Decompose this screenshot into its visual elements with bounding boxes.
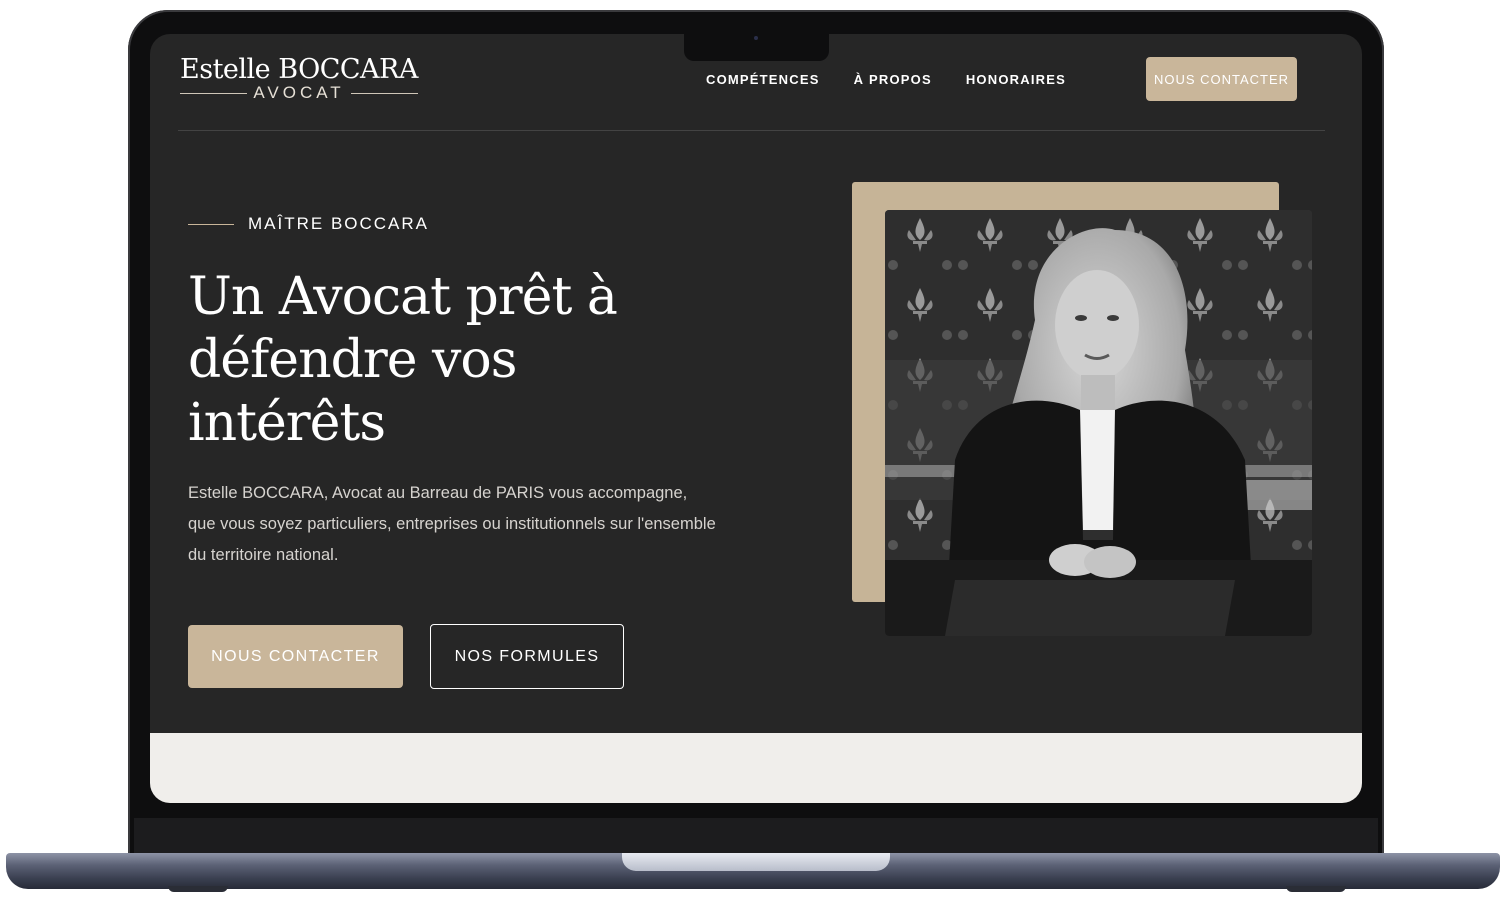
brand-logo[interactable]: Estelle BOCCARA AVOCAT <box>180 54 418 103</box>
hero-title: Un Avocat prêt à défendre vos intérêts <box>188 267 618 453</box>
header-contact-button[interactable]: NOUS CONTACTER <box>1146 57 1297 101</box>
brand-rule-right <box>350 92 419 94</box>
nav-item-competences[interactable]: COMPÉTENCES <box>706 72 820 87</box>
brand-subtitle: AVOCAT <box>253 83 345 102</box>
next-section-band <box>150 733 1362 803</box>
formules-button[interactable]: NOS FORMULES <box>430 624 624 689</box>
website-screen: Estelle BOCCARA AVOCAT COMPÉTENCES À PRO… <box>150 34 1362 803</box>
laptop-foot-right <box>1286 886 1346 892</box>
camera-icon <box>754 36 758 40</box>
brand-subtitle-row: AVOCAT <box>180 83 419 103</box>
laptop-foot-left <box>168 886 228 892</box>
portrait-illustration <box>885 210 1312 636</box>
brand-name: Estelle BOCCARA <box>180 54 418 85</box>
main-nav: COMPÉTENCES À PROPOS HONORAIRES <box>706 72 1066 87</box>
eyebrow-text: MAÎTRE BOCCARA <box>248 214 430 233</box>
header-divider <box>178 130 1325 131</box>
contact-button[interactable]: NOUS CONTACTER <box>188 625 403 688</box>
hero-description: Estelle BOCCARA, Avocat au Barreau de PA… <box>188 484 716 564</box>
nav-item-honoraires[interactable]: HONORAIRES <box>966 72 1066 87</box>
nav-item-a-propos[interactable]: À PROPOS <box>854 72 932 87</box>
hero-eyebrow: MAÎTRE BOCCARA <box>188 214 429 234</box>
portrait-photo <box>885 210 1312 636</box>
eyebrow-line <box>188 223 234 225</box>
laptop-base-notch <box>622 853 890 871</box>
laptop-bezel-bottom <box>134 818 1378 854</box>
brand-rule-left <box>180 92 248 94</box>
